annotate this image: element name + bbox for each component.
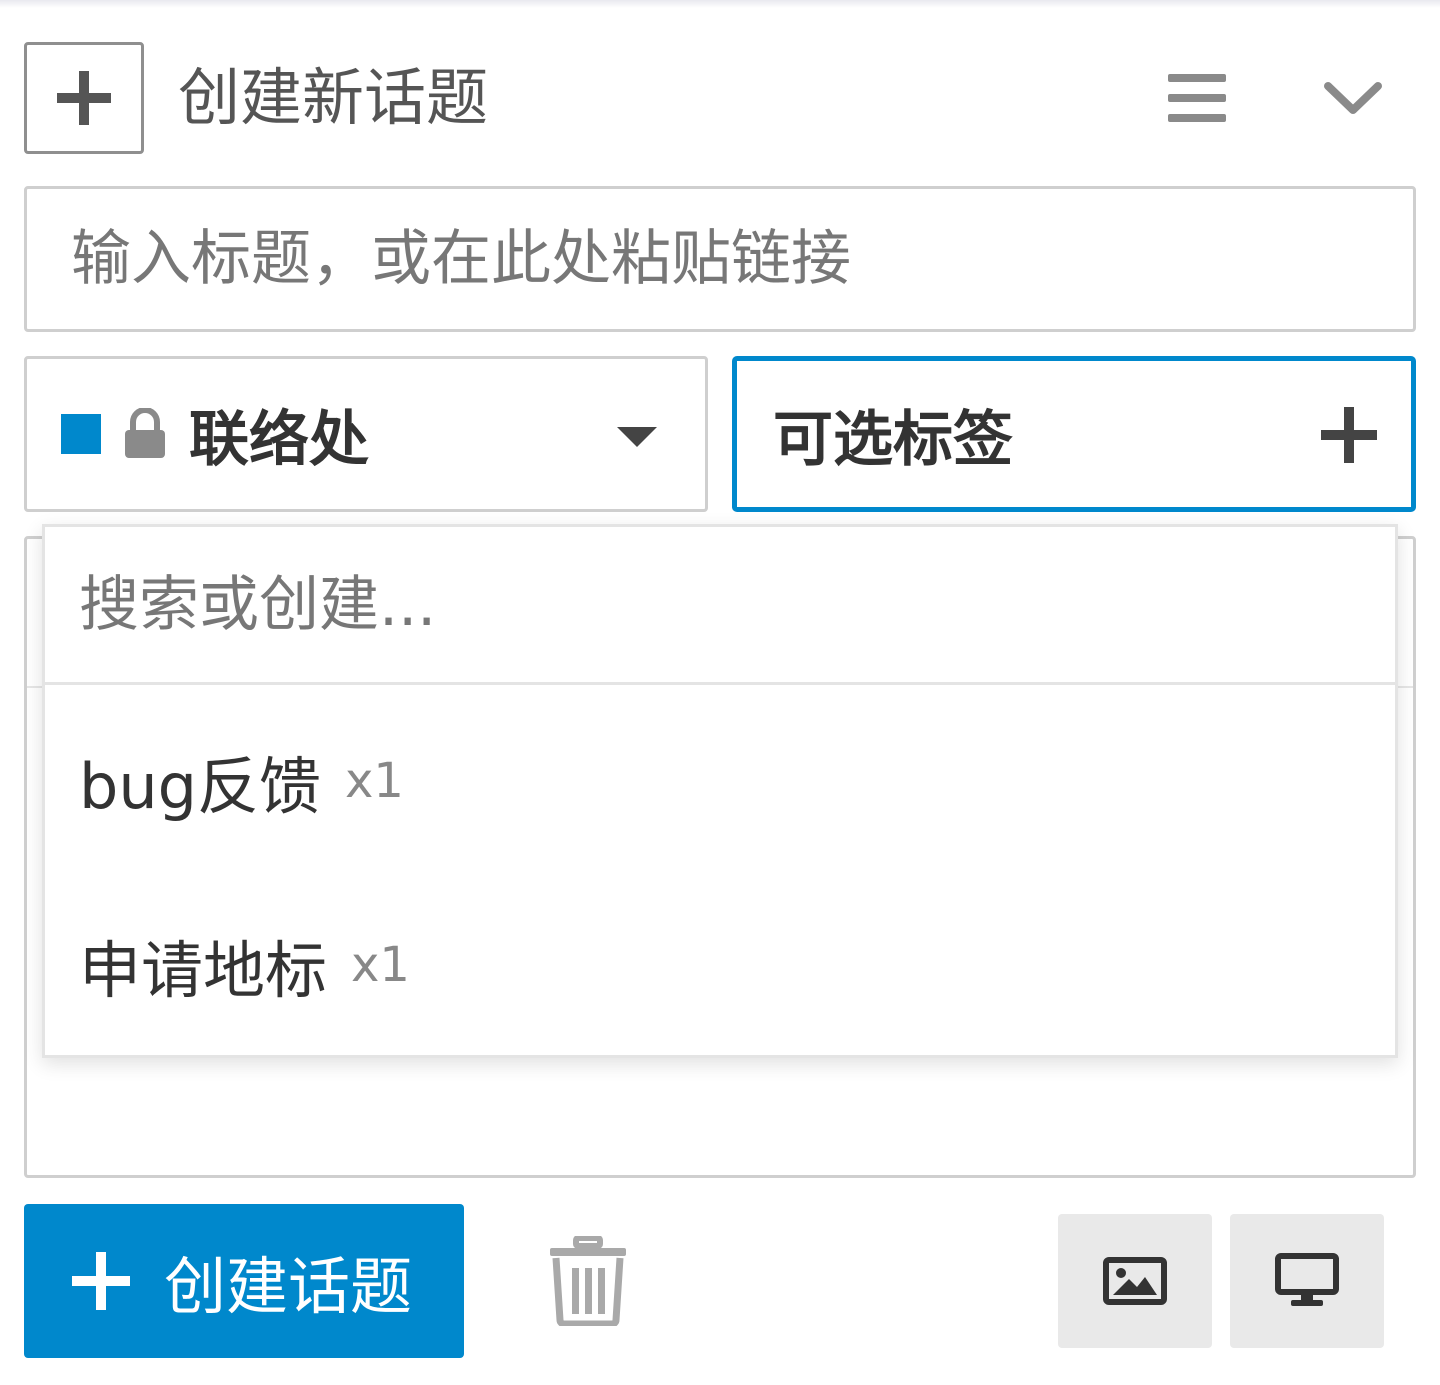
create-topic-label: 创建话题 [164, 1253, 413, 1322]
chevron-down-icon[interactable] [1322, 76, 1384, 120]
tag-option[interactable]: 申请地标 x1 [45, 875, 1395, 1055]
top-edge [0, 0, 1440, 8]
image-icon [1103, 1257, 1167, 1305]
title-input[interactable] [24, 186, 1416, 332]
plus-icon [72, 1252, 130, 1310]
category-select[interactable]: 联络处 [24, 356, 708, 512]
tag-option[interactable]: bug反馈 x1 [45, 691, 1395, 871]
hamburger-menu-icon[interactable] [1168, 70, 1226, 126]
tag-option-count: x1 [351, 937, 410, 993]
tag-select-label: 可选标签 [773, 404, 1013, 475]
tag-select[interactable]: 可选标签 [732, 356, 1416, 512]
tag-search-input[interactable] [45, 527, 1395, 685]
trash-icon[interactable] [548, 1236, 628, 1326]
toggle-preview-button[interactable] [1230, 1214, 1384, 1348]
category-color-swatch [61, 414, 101, 454]
upload-image-button[interactable] [1058, 1214, 1212, 1348]
category-label: 联络处 [189, 404, 369, 475]
lock-icon [125, 408, 165, 458]
composer-title: 创建新话题 [178, 61, 489, 134]
tag-option-name: bug反馈 [79, 750, 322, 823]
plus-icon [57, 71, 111, 125]
create-topic-button[interactable]: 创建话题 [24, 1204, 464, 1358]
tag-dropdown: bug反馈 x1 申请地标 x1 [42, 524, 1398, 1058]
desktop-icon [1275, 1253, 1339, 1306]
plus-icon [1321, 407, 1377, 463]
tag-option-count: x1 [345, 753, 404, 809]
caret-down-icon [617, 427, 657, 447]
new-topic-toggle-button[interactable] [24, 42, 144, 154]
tag-option-name: 申请地标 [79, 934, 328, 1007]
